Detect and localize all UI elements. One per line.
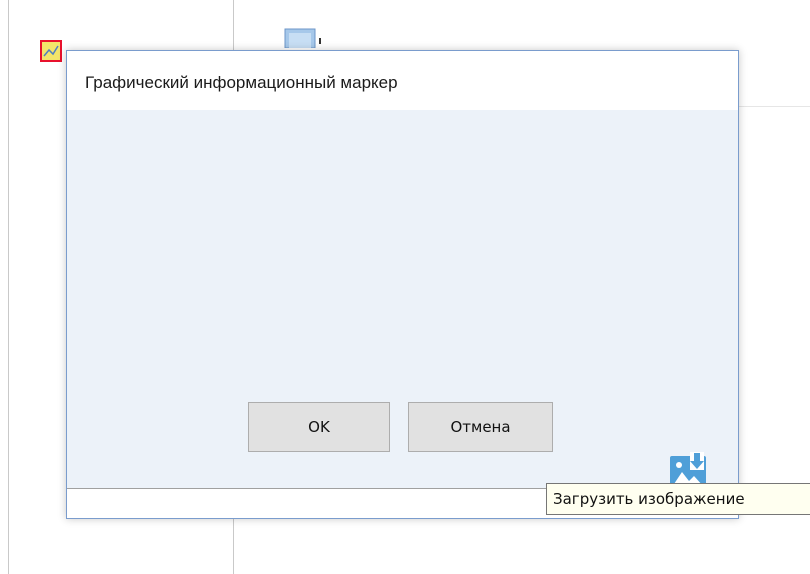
- graphic-marker-dialog: Графический информационный маркер: [66, 50, 739, 519]
- upload-image-tooltip: Загрузить изображение: [546, 483, 810, 515]
- background-image-button[interactable]: [284, 28, 324, 49]
- dialog-content-area: [67, 110, 738, 488]
- background-divider-horizontal: [737, 106, 810, 107]
- dialog-title: Графический информационный маркер: [85, 73, 398, 92]
- background-divider-left: [8, 0, 9, 574]
- image-marker-icon[interactable]: [40, 40, 62, 62]
- ok-button[interactable]: OK: [248, 402, 390, 452]
- cancel-button[interactable]: Отмена: [408, 402, 553, 452]
